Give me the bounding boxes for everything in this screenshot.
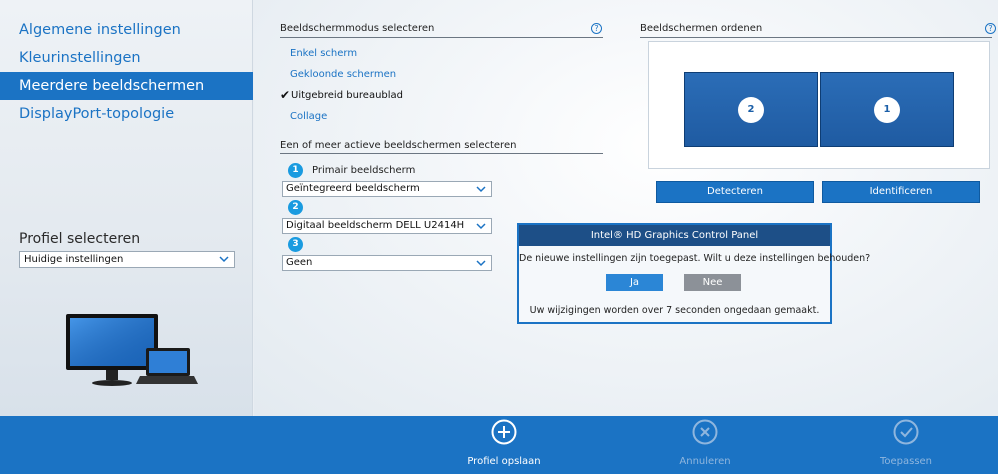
dialog-title: Intel® HD Graphics Control Panel (519, 225, 830, 246)
identify-button[interactable]: Identificeren (822, 181, 980, 203)
cancel-label: Annuleren (679, 456, 731, 467)
checkmark-icon: ✔ (280, 88, 291, 102)
dialog-countdown: Uw wijzigingen worden over 7 seconden on… (529, 305, 820, 316)
chevron-down-icon (219, 256, 229, 263)
sidebar-item-multiple-displays[interactable]: Meerdere beeldschermen (0, 72, 253, 100)
divider (640, 37, 992, 38)
display-select-2-value: Digitaal beeldscherm DELL U2414H (286, 220, 465, 231)
display-tile-2[interactable]: 2 (684, 72, 818, 147)
display-tile-number: 2 (738, 96, 764, 123)
profile-select[interactable]: Huidige instellingen (19, 251, 235, 268)
mode-option-clone[interactable]: Gekloonde schermen (290, 69, 396, 80)
x-circle-icon (692, 419, 718, 445)
yes-button[interactable]: Ja (606, 274, 663, 291)
arrange-displays-title: Beeldschermen ordenen (640, 23, 763, 34)
profile-select-value: Huidige instellingen (24, 254, 124, 265)
monitor-illustration (66, 314, 198, 386)
dialog-message: De nieuwe instellingen zijn toegepast. W… (519, 253, 871, 264)
display-tile-number: 1 (874, 96, 900, 123)
display-select-3[interactable]: Geen (282, 255, 492, 271)
check-circle-icon (893, 419, 919, 445)
bottom-action-bar: Profiel opslaan Annuleren Toepassen (0, 416, 998, 474)
sidebar-item-general-settings[interactable]: Algemene instellingen (0, 16, 253, 44)
display-mode-title: Beeldschermmodus selecteren (280, 23, 435, 34)
mode-option-collage[interactable]: Collage (290, 111, 327, 122)
display-select-1-value: Geïntegreerd beeldscherm (286, 183, 420, 194)
mode-option-extended[interactable]: Uitgebreid bureaublad (291, 90, 403, 101)
help-icon[interactable]: ? (985, 23, 996, 34)
display-tile-1[interactable]: 1 (820, 72, 954, 147)
sidebar-item-displayport-topology[interactable]: DisplayPort-topologie (0, 100, 253, 128)
display-badge-3: 3 (288, 237, 303, 252)
help-icon[interactable]: ? (591, 23, 602, 34)
arrange-canvas: 2 1 (648, 41, 990, 169)
sidebar-item-color-settings[interactable]: Kleurinstellingen (0, 44, 253, 72)
save-profile-label: Profiel opslaan (467, 456, 541, 467)
display-select-3-value: Geen (286, 257, 313, 268)
cancel-button[interactable]: Annuleren (645, 416, 765, 474)
detect-button[interactable]: Detecteren (656, 181, 814, 203)
chevron-down-icon (476, 186, 486, 193)
plus-circle-icon (491, 419, 517, 445)
sidebar: Algemene instellingen Kleurinstellingen … (0, 0, 253, 416)
display-select-1[interactable]: Geïntegreerd beeldscherm (282, 181, 492, 197)
chevron-down-icon (476, 223, 486, 230)
display-select-2[interactable]: Digitaal beeldscherm DELL U2414H (282, 218, 492, 234)
active-displays-title: Een of meer actieve beeldschermen select… (280, 140, 517, 151)
apply-button[interactable]: Toepassen (846, 416, 966, 474)
apply-label: Toepassen (879, 456, 933, 467)
save-profile-button[interactable]: Profiel opslaan (444, 416, 564, 474)
chevron-down-icon (476, 260, 486, 267)
display-badge-2: 2 (288, 200, 303, 215)
mode-option-single[interactable]: Enkel scherm (290, 48, 357, 59)
divider (280, 153, 603, 154)
display-badge-1: 1 (288, 163, 303, 178)
divider (280, 37, 603, 38)
confirm-dialog: Intel® HD Graphics Control Panel De nieu… (517, 223, 871, 324)
no-button[interactable]: Nee (684, 274, 741, 291)
primary-display-label: Primair beeldscherm (312, 165, 416, 176)
profile-label: Profiel selecteren (19, 231, 141, 247)
